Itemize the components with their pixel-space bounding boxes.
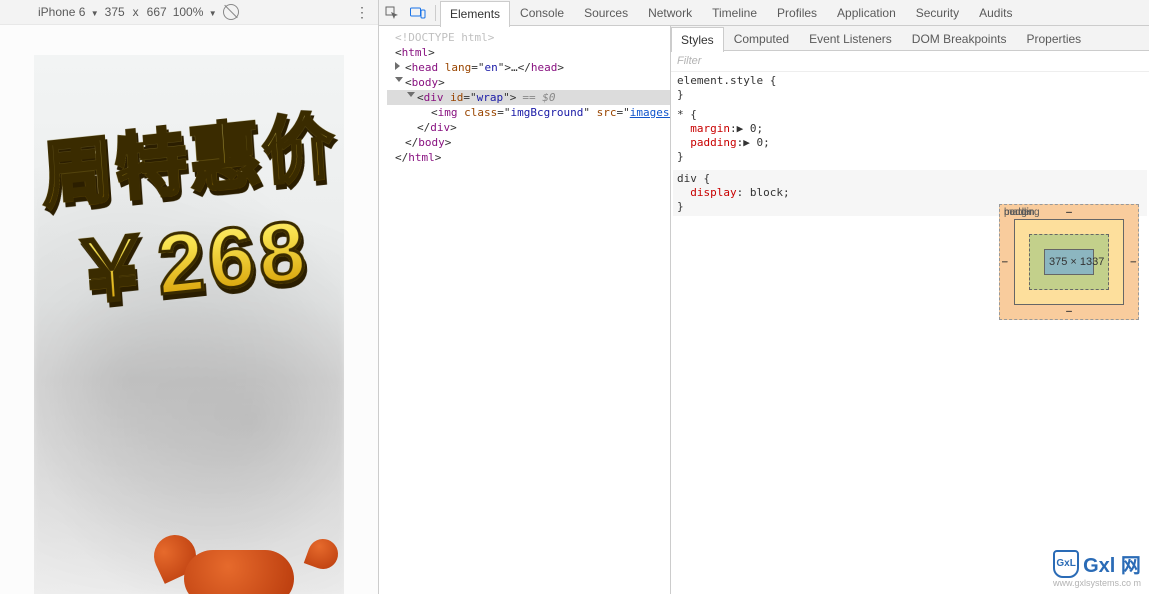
tab-elements[interactable]: Elements: [440, 1, 510, 27]
main-tabs: ElementsConsoleSourcesNetworkTimelinePro…: [379, 0, 1149, 26]
styles-tab-styles[interactable]: Styles: [671, 27, 724, 52]
doctype-node[interactable]: <!DOCTYPE html>: [387, 30, 670, 45]
rotate-icon[interactable]: [223, 4, 239, 20]
styles-pane: StylesComputedEvent ListenersDOM Breakpo…: [671, 26, 1149, 594]
css-rules[interactable]: element.style { } * { margin:▶ 0; paddin…: [671, 72, 1149, 218]
tab-application[interactable]: Application: [827, 0, 906, 26]
rule-element-style[interactable]: element.style { }: [677, 74, 1143, 102]
device-emulation-pane: iPhone 6 ▼ 375 x 667 100% ▼ ⋮ 周特惠价 ￥268: [0, 0, 379, 594]
inspect-icon[interactable]: [379, 0, 405, 25]
tab-console[interactable]: Console: [510, 0, 574, 26]
toggle-device-icon[interactable]: [405, 0, 431, 25]
tab-network[interactable]: Network: [638, 0, 702, 26]
tab-timeline[interactable]: Timeline: [702, 0, 767, 26]
box-model[interactable]: margin – – – – border – – – – padding: [999, 204, 1139, 320]
tab-sources[interactable]: Sources: [574, 0, 638, 26]
styles-tab-computed[interactable]: Computed: [724, 26, 799, 51]
more-options-icon[interactable]: ⋮: [355, 4, 370, 21]
devtools: ElementsConsoleSourcesNetworkTimelinePro…: [379, 0, 1149, 594]
styles-tabs: StylesComputedEvent ListenersDOM Breakpo…: [671, 26, 1149, 51]
html-close-node[interactable]: </html>: [387, 150, 670, 165]
styles-filter-input[interactable]: Filter: [671, 51, 1149, 72]
box-padding-label: padding: [1004, 207, 1040, 218]
styles-tab-event-listeners[interactable]: Event Listeners: [799, 26, 902, 51]
head-node[interactable]: <head lang="en">…</head>: [387, 60, 670, 75]
device-height-input[interactable]: 667: [147, 5, 167, 19]
crab-image: [154, 515, 334, 594]
zoom-selector[interactable]: 100% ▼: [173, 5, 217, 19]
img-node[interactable]: <img class="imgBcground" src="images/pag…: [387, 105, 670, 120]
emulated-page[interactable]: 周特惠价 ￥268: [34, 55, 344, 594]
device-selector[interactable]: iPhone 6 ▼: [38, 5, 99, 19]
body-open-node[interactable]: <body>: [387, 75, 670, 90]
site-watermark: GxL Gxl 网 www.gxlsystems.co m: [1053, 549, 1141, 588]
div-wrap-node[interactable]: <div id="wrap">== $0: [387, 90, 670, 105]
tab-audits[interactable]: Audits: [969, 0, 1022, 26]
box-content-size: 375 × 1337: [1044, 249, 1094, 275]
styles-tab-dom-breakpoints[interactable]: DOM Breakpoints: [902, 26, 1017, 51]
rule-universal[interactable]: * { margin:▶ 0; padding:▶ 0; }: [677, 108, 1143, 164]
device-viewport: 周特惠价 ￥268: [0, 25, 378, 594]
html-open-node[interactable]: <html>: [387, 45, 670, 60]
device-toolbar: iPhone 6 ▼ 375 x 667 100% ▼ ⋮: [0, 0, 378, 25]
dimensions-x: x: [133, 5, 139, 19]
tab-security[interactable]: Security: [906, 0, 969, 26]
div-close-node[interactable]: </div>: [387, 120, 670, 135]
dom-tree[interactable]: <!DOCTYPE html> <html> <head lang="en">……: [379, 26, 671, 594]
device-width-input[interactable]: 375: [105, 5, 125, 19]
body-close-node[interactable]: </body>: [387, 135, 670, 150]
tab-profiles[interactable]: Profiles: [767, 0, 827, 26]
styles-tab-properties[interactable]: Properties: [1016, 26, 1091, 51]
shield-icon: GxL: [1053, 550, 1079, 578]
